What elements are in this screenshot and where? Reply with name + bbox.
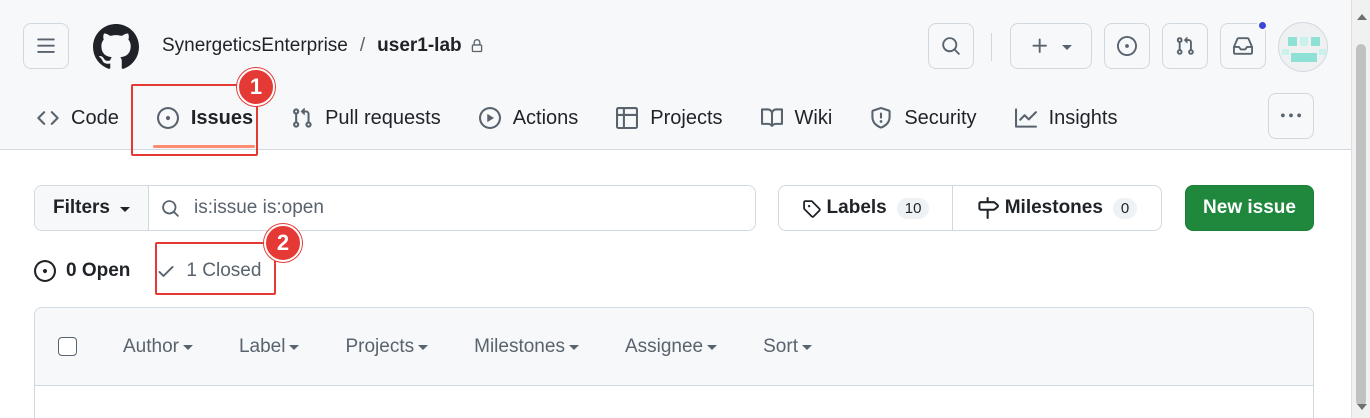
tab-actions-label: Actions [512,106,579,129]
tab-wiki[interactable]: Wiki [757,96,835,140]
issue-opened-icon [34,260,56,282]
notification-indicator [1257,20,1268,31]
tab-pull-requests-label: Pull requests [325,106,441,129]
labels-label: Labels [826,197,887,218]
chevron-down-icon [707,345,718,350]
tab-security-label: Security [904,106,977,129]
github-logo-icon[interactable] [92,24,139,70]
label-filter[interactable]: Label [239,336,300,358]
sort-label: Sort [763,335,798,357]
projects-filter-label: Projects [345,335,415,357]
chevron-down-icon [120,206,131,212]
chevron-down-icon [182,345,193,350]
tab-security[interactable]: Security [866,96,978,140]
create-new-button[interactable] [1010,23,1092,69]
labels-button[interactable]: Labels 10 [779,186,953,230]
tab-code[interactable]: Code [33,96,121,140]
milestones-button[interactable]: Milestones 0 [953,186,1161,230]
label-filter-label: Label [238,335,286,357]
tab-projects-label: Projects [650,106,723,129]
chevron-down-icon [418,345,429,350]
chevron-down-icon [289,345,300,350]
graph-icon [1014,108,1037,128]
author-filter[interactable]: Author [123,336,193,358]
milestones-label: Milestones [1004,197,1103,218]
labels-milestones-group: Labels 10 Milestones 0 [778,185,1162,231]
issues-list-header: Author Label Projects Milestones Assigne… [35,308,1313,386]
inbox-icon [1233,37,1253,55]
tab-projects[interactable]: Projects [612,96,724,140]
owner-link[interactable]: SynergeticsEnterprise [162,35,348,57]
header-divider [991,33,992,61]
author-filter-label: Author [123,335,179,357]
repo-link[interactable]: user1-lab [377,35,461,57]
global-menu-button[interactable] [23,23,69,69]
table-icon [616,107,639,129]
filters-label: Filters [52,197,111,218]
shield-icon [871,107,891,129]
labels-count-badge: 10 [896,197,930,219]
vertical-scrollbar[interactable] [1351,0,1370,418]
callout-badge-1: 1 [237,68,275,106]
hamburger-icon [37,38,55,53]
open-issues-label: 0 Open [66,260,131,281]
tab-pull-requests[interactable]: Pull requests [287,96,443,140]
milestones-count-badge: 0 [1112,197,1138,219]
plus-icon [1032,38,1047,53]
play-icon [478,107,501,129]
git-pull-request-icon [1176,36,1194,55]
milestone-icon [978,197,999,219]
search-icon [162,199,179,217]
tab-wiki-label: Wiki [794,106,833,129]
search-field[interactable] [149,186,755,230]
breadcrumb-separator: / [359,35,366,56]
search-input[interactable] [194,197,714,219]
git-pull-request-icon [293,107,312,128]
search-button[interactable] [928,23,974,69]
filters-button[interactable]: Filters [35,186,149,230]
milestones-filter-label: Milestones [474,335,565,357]
issue-opened-icon [1117,36,1137,56]
callout-badge-2: 2 [264,224,302,262]
scroll-up-arrow-icon[interactable] [1357,14,1367,20]
tab-insights-label: Insights [1048,106,1118,129]
lock-icon [471,39,482,53]
scroll-down-arrow-icon[interactable] [1357,404,1367,410]
assignee-filter-label: Assignee [624,335,704,357]
callout-box-2 [155,242,276,295]
chevron-down-icon [801,345,812,350]
filter-bar: Filters [34,185,756,231]
more-tabs-button[interactable] [1268,93,1314,139]
sort-dropdown[interactable]: Sort [763,336,812,358]
chevron-down-icon [568,345,579,350]
scrollbar-thumb[interactable] [1356,44,1366,406]
book-icon [760,108,783,127]
issues-list: Author Label Projects Milestones Assigne… [34,307,1314,418]
your-issues-button[interactable] [1104,23,1150,69]
chevron-down-icon [1062,44,1072,50]
new-issue-button[interactable]: New issue [1185,185,1314,231]
open-issues-link[interactable]: 0 Open [34,260,130,282]
select-all-checkbox[interactable] [58,337,77,356]
milestones-filter[interactable]: Milestones [474,336,579,358]
breadcrumb: SynergeticsEnterprise / user1-lab [162,35,484,57]
your-pull-requests-button[interactable] [1162,23,1208,69]
avatar[interactable] [1278,22,1328,72]
search-icon [942,37,960,55]
projects-filter[interactable]: Projects [345,335,429,358]
tab-actions[interactable]: Actions [475,96,581,140]
code-icon [37,111,59,125]
assignee-filter[interactable]: Assignee [624,335,718,358]
tab-code-label: Code [71,106,119,129]
tag-icon [802,199,821,218]
tab-insights[interactable]: Insights [1011,96,1120,140]
kebab-horizontal-icon [1281,113,1301,118]
